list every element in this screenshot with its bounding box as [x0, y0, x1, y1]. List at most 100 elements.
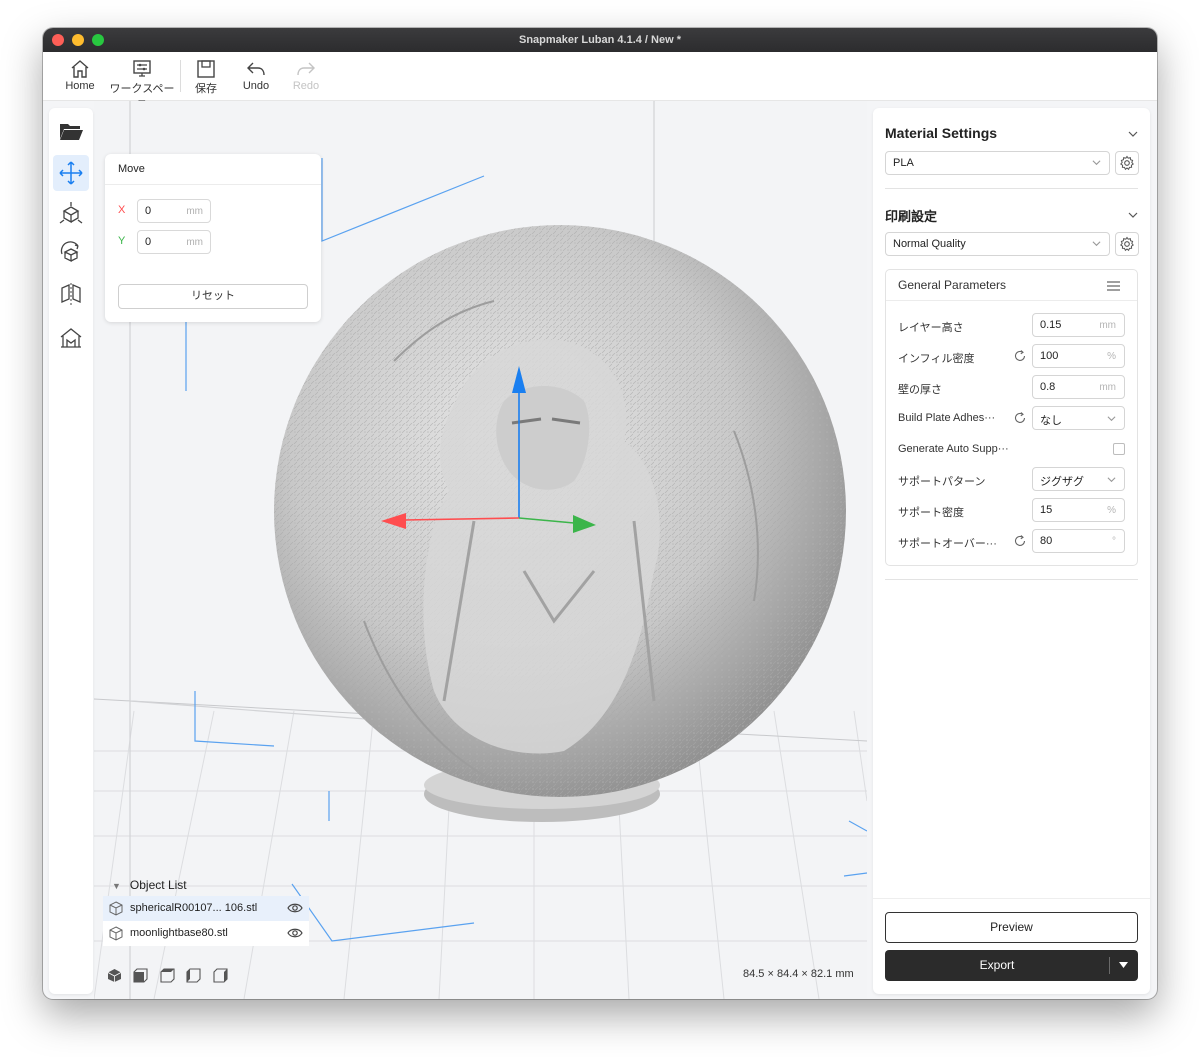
close-window-button[interactable] [52, 34, 64, 46]
toolbar-divider [180, 60, 181, 92]
quality-preset-value: Normal Quality [893, 238, 966, 250]
scale-tool[interactable] [53, 196, 89, 232]
right-view-icon[interactable] [213, 968, 228, 983]
move-tool[interactable] [53, 155, 89, 191]
redo-label: Redo [292, 80, 320, 92]
visibility-eye-icon[interactable] [287, 927, 303, 939]
home-button[interactable]: Home [61, 56, 99, 98]
left-view-icon[interactable] [186, 968, 201, 983]
reset-position-button[interactable]: リセット [118, 284, 308, 309]
scale-icon [59, 202, 83, 224]
gear-icon [1120, 236, 1134, 252]
rotate-tool[interactable] [53, 236, 89, 272]
param-build-plate-adhesion: Build Plate Adhes··· なし [898, 406, 1127, 430]
chevron-down-icon[interactable] [1128, 210, 1138, 220]
material-select[interactable]: PLA [885, 151, 1110, 175]
top-view-icon[interactable] [160, 968, 175, 983]
section-divider [885, 579, 1138, 580]
quality-preset-select[interactable]: Normal Quality [885, 232, 1110, 256]
open-file-tool[interactable] [53, 113, 89, 149]
minimize-window-button[interactable] [72, 34, 84, 46]
object-list-item[interactable]: moonlightbase80.stl [103, 921, 309, 946]
visibility-eye-icon[interactable] [287, 902, 303, 914]
param-support-density: サポート密度 15 % [898, 498, 1127, 522]
param-unit: mm [1099, 382, 1116, 393]
reset-default-icon[interactable] [1013, 349, 1027, 363]
save-button[interactable]: 保存 [189, 56, 223, 98]
object-list: ▼ Object List sphericalR00107... 106.stl … [103, 874, 309, 946]
undo-icon [247, 62, 265, 76]
model-dimensions: 84.5 × 84.4 × 82.1 mm [743, 968, 854, 980]
support-tool[interactable] [53, 320, 89, 356]
rotate-icon [60, 241, 79, 263]
reset-default-icon[interactable] [1013, 411, 1027, 425]
support-density-input[interactable]: 15 % [1032, 498, 1125, 522]
mirror-tool[interactable] [53, 276, 89, 312]
print-settings-title: 印刷設定 [885, 209, 938, 224]
settings-panel: Material Settings PLA 印刷設定 Normal Qualit… [873, 108, 1150, 994]
left-toolbar [49, 108, 93, 994]
param-label: Generate Auto Supp··· [898, 443, 1009, 455]
y-axis-label: Y [118, 235, 126, 247]
export-button[interactable]: Export [885, 950, 1138, 981]
param-label: サポート密度 [898, 507, 964, 519]
chevron-down-icon: ▼ [112, 881, 121, 891]
param-unit: ° [1112, 536, 1116, 547]
adhesion-select[interactable]: なし [1032, 406, 1125, 430]
param-support-overhang: サポートオーバー··· 80 ° [898, 529, 1127, 553]
reset-default-icon[interactable] [1013, 534, 1027, 548]
param-value: 80 [1040, 535, 1053, 547]
chevron-down-icon [1107, 416, 1116, 422]
menu-icon[interactable] [1107, 281, 1120, 291]
infill-density-input[interactable]: 100 % [1032, 344, 1125, 368]
param-label: サポートオーバー··· [898, 538, 997, 550]
front-view-icon[interactable] [133, 968, 149, 983]
param-wall-thickness: 壁の厚さ 0.8 mm [898, 375, 1127, 399]
zoom-window-button[interactable] [92, 34, 104, 46]
support-overhang-input[interactable]: 80 ° [1032, 529, 1125, 553]
auto-support-checkbox[interactable] [1113, 443, 1125, 455]
caret-down-icon[interactable] [1119, 962, 1128, 968]
param-label: サポートパターン [898, 476, 986, 488]
param-label: レイヤー高さ [898, 322, 964, 334]
undo-button[interactable]: Undo [239, 56, 273, 98]
material-select-value: PLA [893, 157, 914, 169]
param-label: 壁の厚さ [898, 384, 942, 396]
param-auto-support: Generate Auto Supp··· [898, 437, 1127, 461]
param-support-pattern: サポートパターン ジグザグ [898, 467, 1127, 491]
redo-button[interactable]: Redo [289, 56, 323, 98]
param-value: ジグザグ [1040, 476, 1084, 488]
param-label: インフィル密度 [898, 353, 975, 365]
y-position-value: 0 [145, 236, 152, 248]
x-position-value: 0 [145, 205, 152, 217]
support-pattern-select[interactable]: ジグザグ [1032, 467, 1125, 491]
gear-icon [1120, 155, 1134, 171]
action-area-divider [873, 898, 1150, 899]
material-settings-button[interactable] [1115, 151, 1139, 175]
cube-icon [109, 901, 123, 916]
layer-height-input[interactable]: 0.15 mm [1032, 313, 1125, 337]
save-icon [197, 60, 215, 78]
object-name: moonlightbase80.stl [130, 927, 228, 939]
spherical-lithophane-model[interactable] [274, 225, 846, 797]
support-icon [60, 328, 82, 348]
x-axis-label: X [118, 204, 126, 216]
object-list-header[interactable]: ▼ Object List [103, 874, 309, 896]
move-panel-title: Move [105, 154, 321, 185]
chevron-down-icon [1107, 477, 1116, 483]
chevron-down-icon [1092, 160, 1101, 166]
wall-thickness-input[interactable]: 0.8 mm [1032, 375, 1125, 399]
object-list-item[interactable]: sphericalR00107... 106.stl [103, 896, 309, 921]
print-settings-button[interactable] [1115, 232, 1139, 256]
open-folder-icon [60, 124, 83, 140]
move-icon [59, 161, 83, 185]
y-position-input[interactable]: 0 mm [137, 230, 211, 254]
preview-button[interactable]: Preview [885, 912, 1138, 943]
undo-label: Undo [242, 80, 270, 92]
chevron-down-icon[interactable] [1128, 129, 1138, 139]
isometric-view-icon[interactable] [107, 968, 122, 983]
workspace-button[interactable]: ワークスペース [105, 56, 179, 111]
object-list-title: Object List [129, 878, 187, 892]
x-position-input[interactable]: 0 mm [137, 199, 211, 223]
param-unit: mm [1099, 320, 1116, 331]
